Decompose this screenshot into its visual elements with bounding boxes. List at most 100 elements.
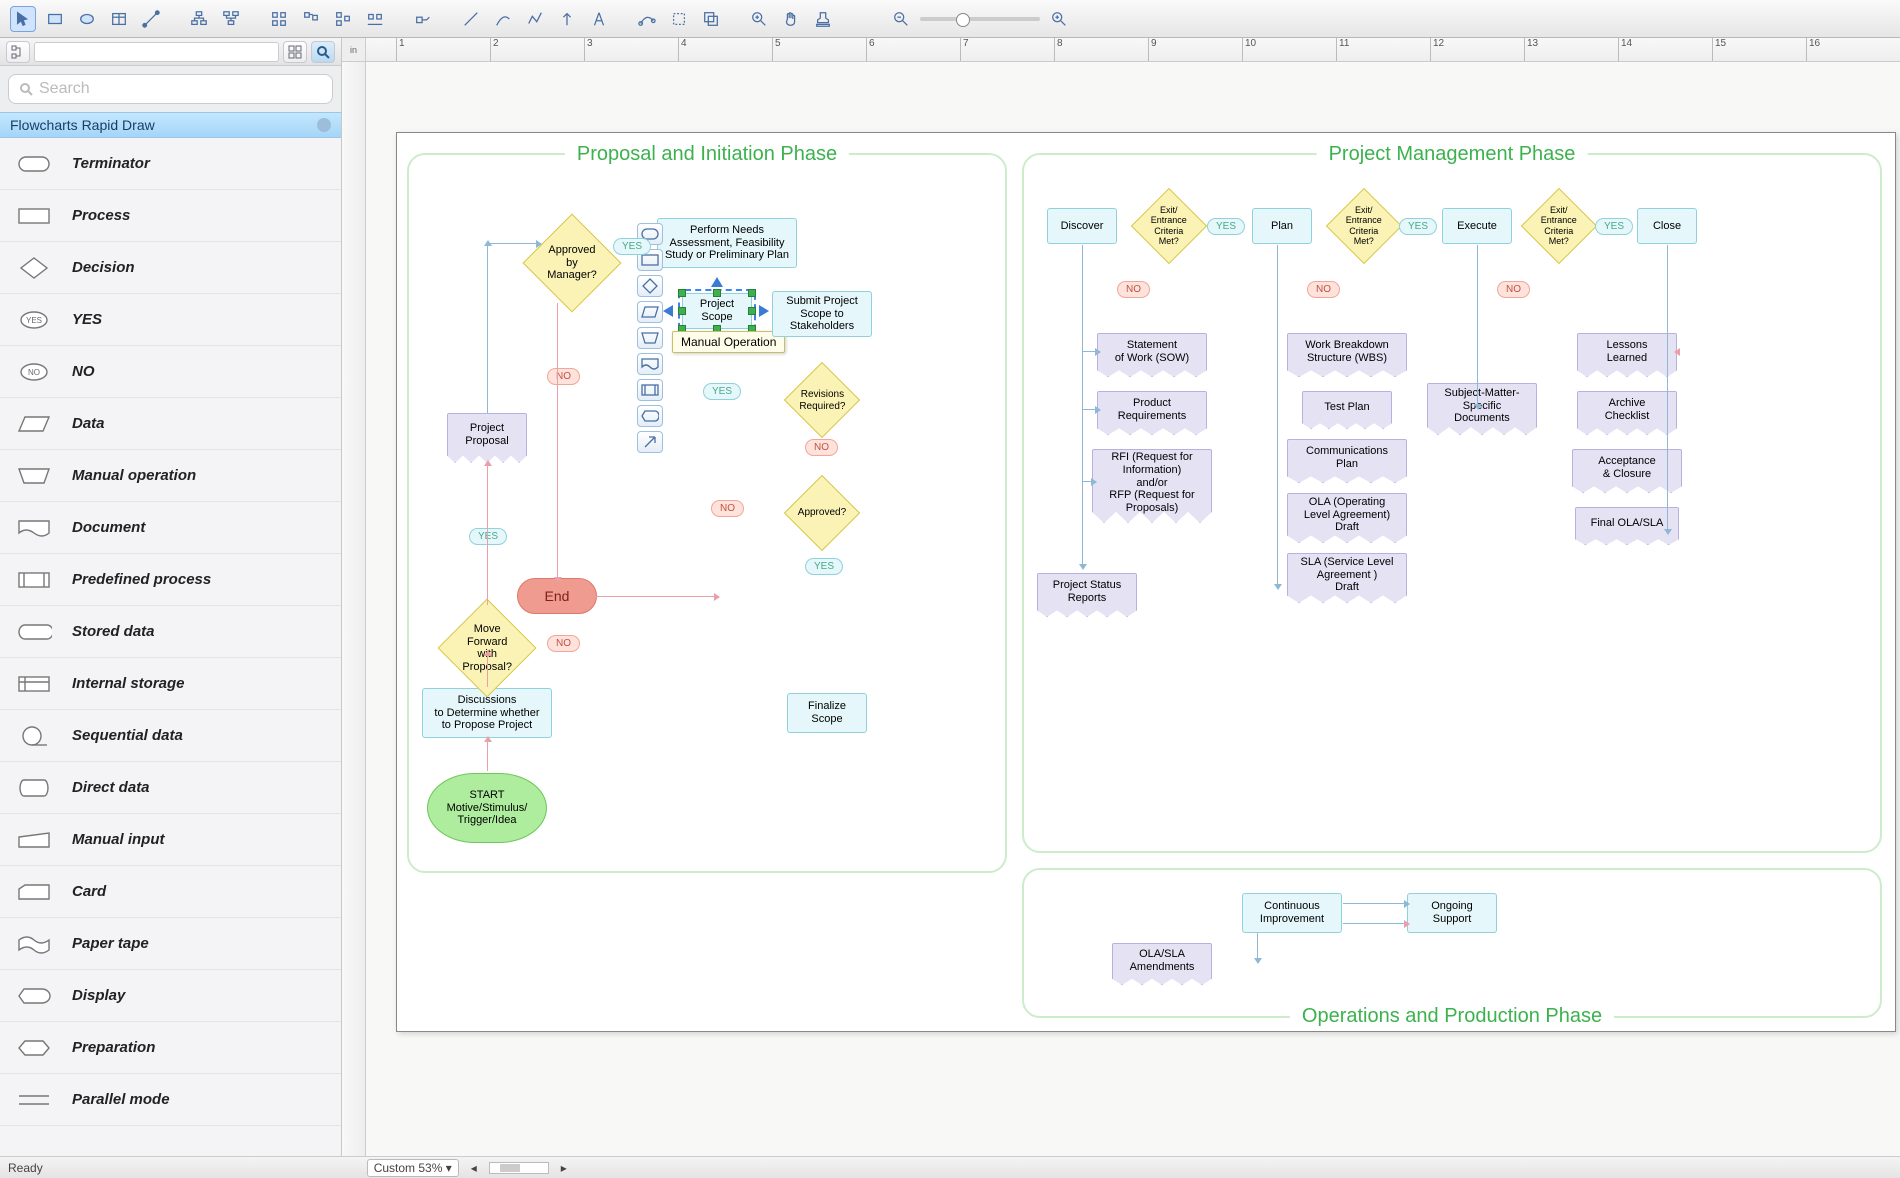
node-execute[interactable]: Execute [1442,208,1512,244]
node-finalize[interactable]: Finalize Scope [787,693,867,733]
doc-ola-amend[interactable]: OLA/SLA Amendments [1112,943,1212,985]
doc-final-ola[interactable]: Final OLA/SLA [1575,507,1679,545]
node-submit-scope[interactable]: Submit Project Scope to Stakeholders [772,291,872,337]
mini-scroll-right[interactable]: ▸ [561,1161,567,1175]
shape-label: Data [72,415,105,432]
shape-item-terminator[interactable]: Terminator [0,138,341,190]
node-proposal-doc[interactable]: Project Proposal [447,413,527,463]
shape-item-paper-tape[interactable]: Paper tape [0,918,341,970]
table-tool[interactable] [106,6,132,32]
shape-item-parallel-mode[interactable]: Parallel mode [0,1074,341,1126]
arrow-up-tool[interactable] [554,6,580,32]
mini-scroll-left[interactable]: ◂ [471,1161,477,1175]
rp-document[interactable] [637,353,663,375]
doc-wbs[interactable]: Work Breakdown Structure (WBS) [1287,333,1407,377]
search-view-button[interactable] [311,41,335,63]
connector-tool[interactable] [138,6,164,32]
node-project-scope[interactable]: Project Scope [682,293,752,329]
h-scrollbar[interactable] [489,1162,549,1174]
zoom-in-tool[interactable] [746,6,772,32]
shape-item-display[interactable]: Display [0,970,341,1022]
tree-tool-1[interactable] [186,6,212,32]
yn-no-3: NO [805,439,838,456]
doc-sme[interactable]: Subject-Matter- Specific Documents [1427,383,1537,435]
align-tool-3[interactable] [330,6,356,32]
shape-item-document[interactable]: Document [0,502,341,554]
canvas-area[interactable]: in 12345678910111213141516 Proposal and … [342,38,1900,1156]
curve-tool[interactable] [490,6,516,32]
doc-sow[interactable]: Statement of Work (SOW) [1097,333,1207,377]
shape-item-direct-data[interactable]: Direct data [0,762,341,814]
shape-icon [14,1034,54,1062]
zoom-mode[interactable]: Custom 53% ▾ [367,1159,459,1177]
edit-points-tool[interactable] [634,6,660,32]
rect-tool[interactable] [42,6,68,32]
node-start[interactable]: START Motive/Stimulus/ Trigger/Idea [427,773,547,843]
doc-lessons[interactable]: Lessons Learned [1577,333,1677,377]
pointer-tool[interactable] [10,6,36,32]
doc-rfi[interactable]: RFI (Request for Information) and/or RFP… [1092,449,1212,523]
rp-more[interactable] [637,431,663,453]
node-plan[interactable]: Plan [1252,208,1312,244]
rp-predef[interactable] [637,379,663,401]
ellipse-tool[interactable] [74,6,100,32]
node-perform-needs[interactable]: Perform Needs Assessment, Feasibility St… [657,218,797,268]
rp-decision[interactable] [637,275,663,297]
close-icon[interactable] [317,118,331,132]
node-discover[interactable]: Discover [1047,208,1117,244]
drawing-page[interactable]: Proposal and Initiation Phase Project Ma… [396,132,1896,1032]
shape-item-process[interactable]: Process [0,190,341,242]
doc-archive[interactable]: Archive Checklist [1577,391,1677,435]
node-end[interactable]: End [517,578,597,614]
shape-item-no[interactable]: NO NO [0,346,341,398]
doc-status-reports[interactable]: Project Status Reports [1037,573,1137,617]
rp-manual-op[interactable] [637,327,663,349]
doc-ola[interactable]: OLA (Operating Level Agreement) Draft [1287,493,1407,543]
doc-sla[interactable]: SLA (Service Level Agreement ) Draft [1287,553,1407,603]
shape-item-yes[interactable]: YES YES [0,294,341,346]
shapes-panel-title[interactable]: Flowcharts Rapid Draw [0,112,341,138]
snap-tool[interactable] [410,6,436,32]
shape-list: Terminator Process Decision YES YES NO N… [0,138,341,1156]
rp-data[interactable] [637,301,663,323]
node-cont-imp[interactable]: Continuous Improvement [1242,893,1342,933]
shape-item-manual-input[interactable]: Manual input [0,814,341,866]
zoom-slider[interactable] [920,17,1040,21]
stamp-tool[interactable] [810,6,836,32]
library-tree-button[interactable] [6,41,30,63]
shape-item-preparation[interactable]: Preparation [0,1022,341,1074]
node-close[interactable]: Close [1637,208,1697,244]
shape-item-decision[interactable]: Decision [0,242,341,294]
polyline-tool[interactable] [522,6,548,32]
doc-accept[interactable]: Acceptance & Closure [1572,449,1682,493]
shape-item-predefined-process[interactable]: Predefined process [0,554,341,606]
line-tool[interactable] [458,6,484,32]
shape-item-internal-storage[interactable]: Internal storage [0,658,341,710]
node-ongoing[interactable]: Ongoing Support [1407,893,1497,933]
hand-tool[interactable] [778,6,804,32]
shape-item-manual-operation[interactable]: Manual operation [0,450,341,502]
rp-display[interactable] [637,405,663,427]
doc-prodreq[interactable]: Product Requirements [1097,391,1207,435]
align-tool-1[interactable] [266,6,292,32]
align-tool-4[interactable] [362,6,388,32]
crop-tool[interactable] [666,6,692,32]
group-tool[interactable] [698,6,724,32]
align-tool-2[interactable] [298,6,324,32]
doc-testplan[interactable]: Test Plan [1302,391,1392,429]
shape-label: Direct data [72,779,150,796]
tree-tool-2[interactable] [218,6,244,32]
doc-commplan[interactable]: Communications Plan [1287,439,1407,483]
status-bar: Ready Custom 53% ▾ ◂ ▸ [0,1156,1900,1178]
sidebar-search-input[interactable]: Search [8,74,333,104]
shape-icon: NO [14,358,54,386]
grid-view-button[interactable] [283,41,307,63]
shape-item-data[interactable]: Data [0,398,341,450]
compass-tool[interactable] [586,6,612,32]
zoom-out-button[interactable] [888,6,914,32]
shape-item-stored-data[interactable]: Stored data [0,606,341,658]
rapid-draw-popup[interactable] [637,223,663,453]
shape-item-card[interactable]: Card [0,866,341,918]
zoom-in-button[interactable] [1046,6,1072,32]
shape-item-sequential-data[interactable]: Sequential data [0,710,341,762]
